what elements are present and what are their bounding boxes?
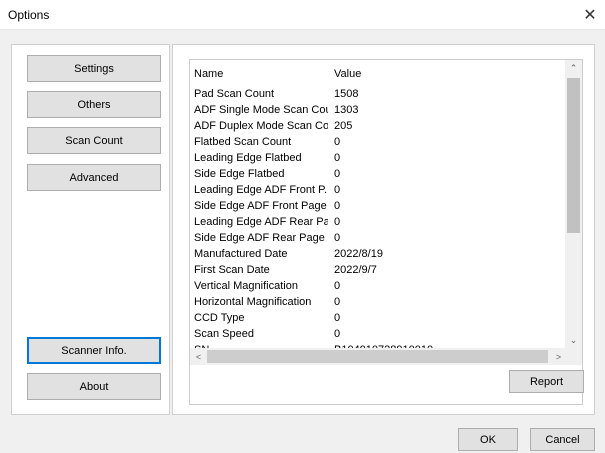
table-row[interactable]: Leading Edge Flatbed 0 — [190, 152, 567, 168]
content-panel: Name Value Pad Scan Count 1508 ADF Single … — [172, 44, 595, 415]
cell-value: 0 — [334, 312, 341, 324]
table-row[interactable]: ADF Duplex Mode Scan Co... 205 — [190, 120, 567, 136]
cell-name: Manufactured Date — [194, 248, 288, 260]
vertical-scrollbar[interactable]: ⌃ ⌄ — [565, 60, 582, 350]
scanner-info-list[interactable]: Name Value Pad Scan Count 1508 ADF Single … — [189, 59, 583, 405]
cell-value: 1508 — [334, 88, 359, 100]
table-row[interactable]: Horizontal Magnification 0 — [190, 296, 567, 312]
cell-value: 0 — [334, 280, 341, 292]
table-row[interactable]: Vertical Magnification 0 — [190, 280, 567, 296]
scan-count-button[interactable]: Scan Count — [27, 127, 161, 154]
cell-name: Leading Edge ADF Rear Page — [194, 216, 328, 228]
table-row[interactable]: CCD Type 0 — [190, 312, 567, 328]
column-header-name[interactable]: Name — [194, 68, 223, 80]
cell-value: 0 — [334, 200, 341, 212]
cell-value: 1303 — [334, 104, 359, 116]
cell-value: 0 — [334, 296, 341, 308]
table-row[interactable]: ADF Single Mode Scan Count 1303 — [190, 104, 567, 120]
scroll-down-icon[interactable]: ⌄ — [565, 332, 582, 349]
cell-name: Side Edge ADF Front Page — [194, 200, 327, 212]
table-row[interactable]: Flatbed Scan Count 0 — [190, 136, 567, 152]
cell-name: Flatbed Scan Count — [194, 136, 292, 148]
settings-button[interactable]: Settings — [27, 55, 161, 82]
cell-value: 0 — [334, 168, 341, 180]
table-row[interactable]: Manufactured Date 2022/8/19 — [190, 248, 567, 264]
cell-name: Side Edge Flatbed — [194, 168, 285, 180]
table-row[interactable]: First Scan Date 2022/9/7 — [190, 264, 567, 280]
cell-value: 0 — [334, 184, 341, 196]
cell-name: Pad Scan Count — [194, 88, 275, 100]
table-row[interactable]: Side Edge Flatbed 0 — [190, 168, 567, 184]
scroll-left-icon[interactable]: < — [190, 348, 207, 365]
cell-name: Leading Edge ADF Front P... — [194, 184, 328, 196]
cancel-button[interactable]: Cancel — [530, 428, 595, 451]
cell-name: ADF Duplex Mode Scan Co... — [194, 120, 328, 132]
list-viewport: Name Value Pad Scan Count 1508 ADF Single … — [190, 60, 567, 348]
scroll-up-icon[interactable]: ⌃ — [565, 60, 582, 77]
cell-value: 205 — [334, 120, 353, 132]
cell-name: Horizontal Magnification — [194, 296, 312, 308]
cell-value: 0 — [334, 152, 341, 164]
scrollbar-corner — [565, 348, 582, 365]
cell-name: Leading Edge Flatbed — [194, 152, 302, 164]
horizontal-scrollbar[interactable]: < > — [190, 348, 567, 365]
table-row[interactable]: Side Edge ADF Front Page 0 — [190, 200, 567, 216]
about-button[interactable]: About — [27, 373, 161, 400]
cell-value: 0 — [334, 328, 341, 340]
title-bar: Options ✕ — [0, 0, 605, 30]
nav-panel: Settings Others Scan Count Advanced Scan… — [11, 44, 170, 415]
ok-button[interactable]: OK — [458, 428, 518, 451]
table-row[interactable]: Scan Speed 0 — [190, 328, 567, 344]
cell-value: 0 — [334, 216, 341, 228]
others-button[interactable]: Others — [27, 91, 161, 118]
close-button[interactable]: ✕ — [575, 0, 605, 30]
cell-name: Side Edge ADF Rear Page — [194, 232, 325, 244]
table-row[interactable]: Leading Edge ADF Rear Page 0 — [190, 216, 567, 232]
cell-value: 0 — [334, 136, 341, 148]
cell-name: First Scan Date — [194, 264, 270, 276]
cell-value: 2022/8/19 — [334, 248, 383, 260]
report-button[interactable]: Report — [509, 370, 584, 393]
table-row[interactable]: Leading Edge ADF Front P... 0 — [190, 184, 567, 200]
close-icon: ✕ — [583, 7, 597, 24]
table-row[interactable]: Pad Scan Count 1508 — [190, 88, 567, 104]
cell-name: Vertical Magnification — [194, 280, 298, 292]
cell-name: Scan Speed — [194, 328, 254, 340]
cell-name: ADF Single Mode Scan Count — [194, 104, 328, 116]
advanced-button[interactable]: Advanced — [27, 164, 161, 191]
vertical-scroll-thumb[interactable] — [567, 78, 580, 233]
cell-value: 2022/9/7 — [334, 264, 377, 276]
table-row[interactable]: Side Edge ADF Rear Page 0 — [190, 232, 567, 248]
cell-name: CCD Type — [194, 312, 245, 324]
horizontal-scroll-thumb[interactable] — [207, 350, 548, 363]
scanner-info-button[interactable]: Scanner Info. — [27, 337, 161, 364]
cell-value: 0 — [334, 232, 341, 244]
window-title: Options — [8, 8, 50, 22]
column-header-value[interactable]: Value — [334, 68, 361, 80]
